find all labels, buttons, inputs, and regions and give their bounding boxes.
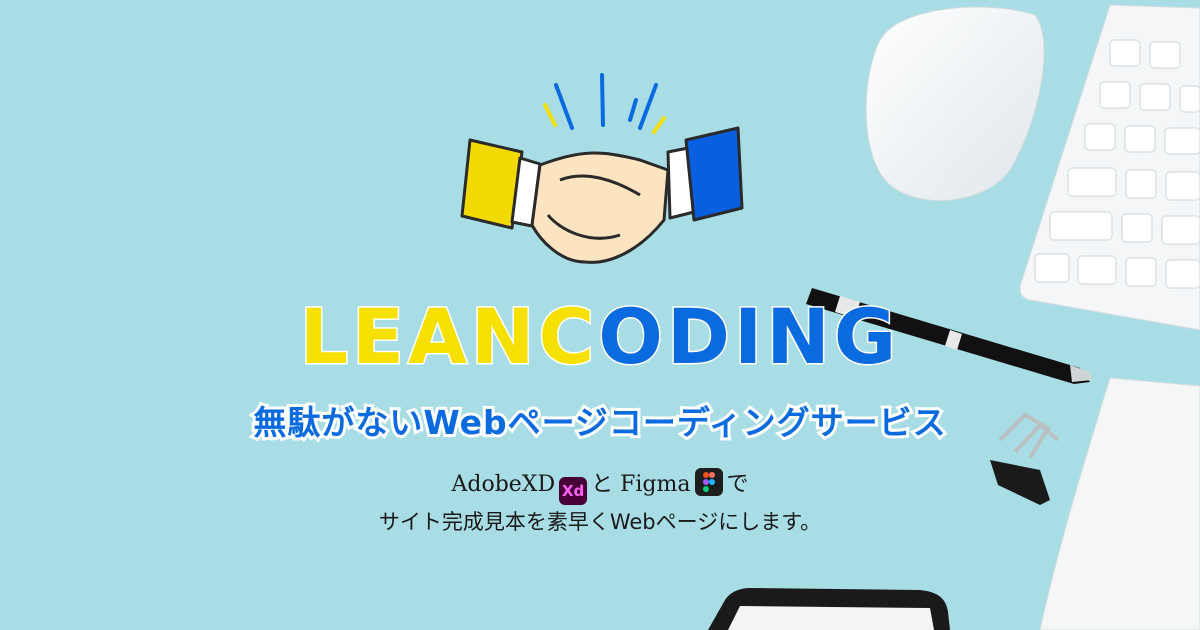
- adobe-xd-label: AdobeXD: [451, 472, 556, 497]
- connector-text: と: [591, 472, 614, 497]
- logo-wordmark: LEANCODING: [0, 291, 1200, 383]
- mouse-illustration: [865, 6, 1045, 202]
- tablet-illustration: [708, 588, 950, 630]
- logo-part-oding: ODING: [597, 291, 901, 383]
- figma-icon: [694, 468, 723, 496]
- logo-part-c: C: [537, 291, 599, 383]
- handshake-icon: [460, 73, 744, 264]
- description-tail: で: [726, 472, 749, 497]
- figma-label: Figma: [620, 472, 691, 497]
- service-tagline: 無駄がないWebページコーディングサービス: [250, 400, 948, 445]
- description-line-2: サイト完成見本を素早くWebページにします。: [378, 510, 822, 534]
- description-line-1: AdobeXD Xd と Figma で: [0, 466, 1200, 505]
- keyboard-illustration: [1019, 4, 1200, 331]
- adobe-xd-icon: Xd: [559, 477, 588, 505]
- logo-part-lean: LEAN: [298, 291, 539, 383]
